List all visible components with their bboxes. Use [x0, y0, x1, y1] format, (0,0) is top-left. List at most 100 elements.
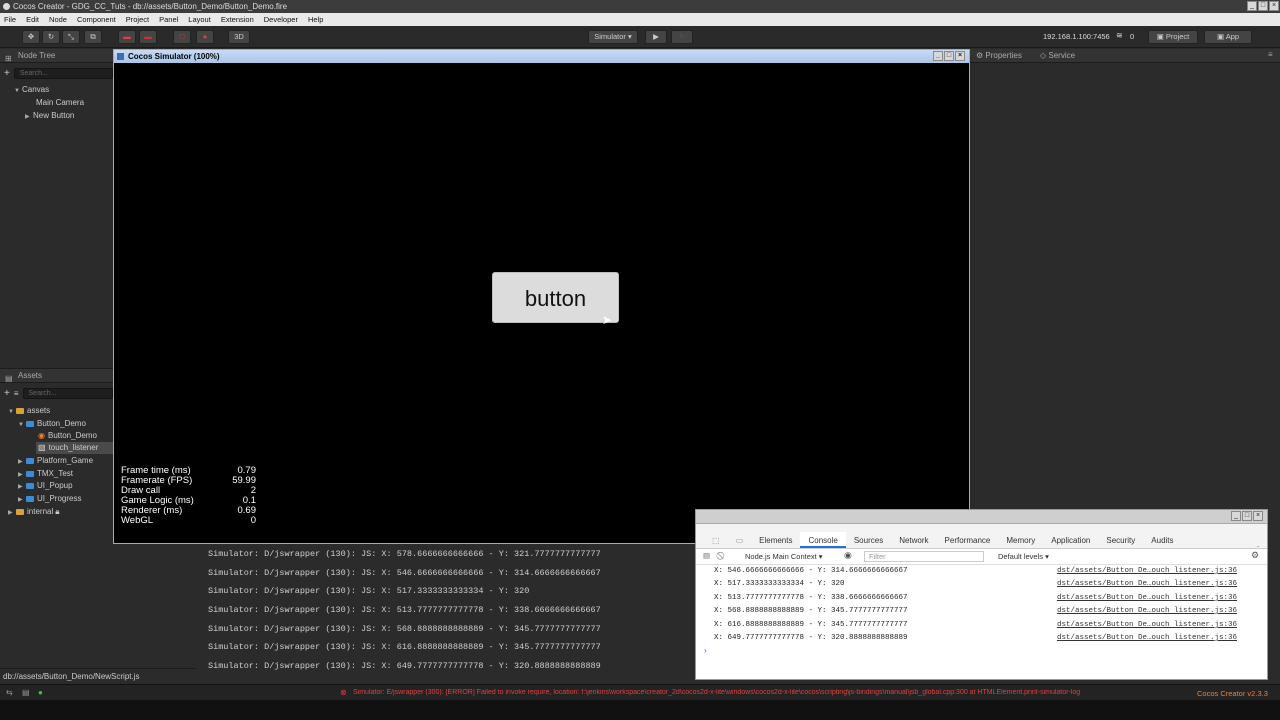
tab-audits[interactable]: Audits — [1143, 532, 1181, 548]
menu-file[interactable]: File — [4, 13, 16, 26]
add-asset-icon[interactable]: + — [4, 388, 10, 399]
refresh-button[interactable]: ↻ — [671, 30, 693, 44]
menu-node[interactable]: Node — [49, 13, 67, 26]
refresh-icon: ↻ — [678, 32, 686, 41]
log-icon[interactable]: ⇆ — [6, 688, 13, 697]
menu-layout[interactable]: Layout — [188, 13, 211, 26]
inspect-icon[interactable]: ⬚ — [704, 532, 728, 548]
asset-touch-listener[interactable]: ▧ touch_listener — [36, 442, 113, 454]
wifi-icon: ≋ — [1116, 31, 1123, 40]
sort-icon[interactable]: ≡ — [14, 389, 19, 398]
platform-select[interactable]: Simulator ▾ — [588, 30, 638, 44]
asset-ui-progress[interactable]: ▶ UI_Progress — [18, 493, 81, 506]
console-prompt-icon[interactable]: › — [704, 646, 707, 655]
eye-icon[interactable]: ◉ — [844, 550, 852, 561]
simulator-maximize-button[interactable]: □ — [944, 51, 954, 61]
tab-properties[interactable]: ⚙ Properties — [976, 51, 1022, 60]
tab-security[interactable]: Security — [1098, 532, 1143, 548]
rect-tool-button[interactable]: ⧉ — [84, 30, 102, 44]
simulator-minimize-button[interactable]: _ — [933, 51, 943, 61]
3d-toggle-button[interactable]: 3D — [228, 30, 250, 44]
console-source-link[interactable]: dst/assets/Button De…ouch listener.js:36 — [1057, 621, 1237, 629]
settings-gear-icon[interactable]: ⚙ — [1251, 550, 1259, 561]
mouse-cursor-icon: ➤ — [602, 313, 613, 327]
panel-menu-icon[interactable]: ≡ — [1268, 50, 1273, 59]
game-button[interactable]: button — [492, 272, 619, 323]
rotate-tool-button[interactable]: ↻ — [42, 30, 60, 44]
tab-network[interactable]: Network — [891, 532, 936, 548]
tab-elements[interactable]: Elements — [751, 532, 800, 548]
levels-select[interactable]: Default levels ▾ — [998, 552, 1049, 561]
app-icon — [3, 3, 10, 10]
toolbar: ✥ ↻ ⤡ ⧉ ▬ ▬ □ ● 3D Simulator ▾ ▶ ↻ 192.1… — [0, 26, 1280, 48]
tab-service[interactable]: ◇ Service — [1040, 51, 1075, 60]
console-icon[interactable]: ▤ — [22, 688, 30, 697]
devtools-maximize-button[interactable]: □ — [1242, 511, 1252, 521]
console-source-link[interactable]: dst/assets/Button De…ouch listener.js:36 — [1057, 580, 1237, 588]
app-button[interactable]: ▣ App — [1204, 30, 1252, 44]
menu-project[interactable]: Project — [126, 13, 149, 26]
tab-memory[interactable]: Memory — [998, 532, 1043, 548]
sidebar-toggle-icon[interactable]: ▤ — [703, 551, 710, 560]
rect-icon: ⧉ — [90, 32, 96, 41]
gizmo-button[interactable]: □ — [173, 30, 191, 44]
maximize-button[interactable]: □ — [1258, 1, 1268, 11]
menu-component[interactable]: Component — [77, 13, 116, 26]
tree-item-main-camera[interactable]: Main Camera — [36, 97, 84, 109]
menu-extension[interactable]: Extension — [221, 13, 254, 26]
assets-title: Assets — [18, 371, 43, 380]
close-button[interactable]: × — [1269, 1, 1279, 11]
tab-sources[interactable]: Sources — [846, 532, 891, 548]
node-tree-title: Node Tree — [18, 51, 56, 60]
inspector-tabs: ⚙ Properties ◇ Service ≡ — [970, 49, 1280, 63]
asset-label: UI_Progress — [37, 494, 82, 503]
asset-label: UI_Popup — [37, 481, 73, 490]
asset-button-demo-scene[interactable]: ◉ Button_Demo — [38, 430, 97, 442]
menu-developer[interactable]: Developer — [264, 13, 298, 26]
play-button[interactable]: ▶ — [645, 30, 667, 44]
record-button[interactable]: ● — [196, 30, 214, 44]
menu-panel[interactable]: Panel — [159, 13, 178, 26]
console-source-link[interactable]: dst/assets/Button De…ouch listener.js:36 — [1057, 607, 1237, 615]
asset-label: internal — [27, 507, 54, 516]
folder-icon — [26, 495, 34, 502]
menu-edit[interactable]: Edit — [26, 13, 39, 26]
tab-console[interactable]: Console — [800, 532, 846, 548]
asset-platform-game[interactable]: ▶ Platform_Game — [18, 455, 93, 468]
device-icon[interactable]: ▭ — [728, 532, 752, 548]
add-node-icon[interactable]: + — [4, 68, 10, 79]
console-source-link[interactable]: dst/assets/Button De…ouch listener.js:36 — [1057, 594, 1237, 602]
local-button[interactable]: ▬ — [139, 30, 157, 44]
console-output: X: 546.6666666666666 - Y: 314.6666666666… — [696, 565, 1267, 665]
hierarchy-icon: ⊞ — [5, 54, 12, 63]
console-line: X: 568.8888888888889 - Y: 345.7777777777… — [714, 607, 908, 615]
menu-bar: File Edit Node Component Project Panel L… — [0, 13, 1280, 26]
asset-internal[interactable]: ▶ internal 🔒︎ — [8, 506, 60, 519]
tree-item-canvas[interactable]: ▼ Canvas — [14, 84, 49, 97]
devtools-minimize-button[interactable]: _ — [1231, 511, 1241, 521]
collapsed-arrow-icon: ▶ — [8, 510, 13, 516]
asset-assets[interactable]: ▼ assets — [8, 405, 50, 418]
context-select[interactable]: Node.js Main Context ▾ — [745, 552, 823, 561]
tree-item-new-button[interactable]: ▶ New Button — [25, 110, 74, 123]
console-filter-input[interactable]: Filter — [864, 551, 984, 562]
menu-help[interactable]: Help — [308, 13, 323, 26]
pivot-button[interactable]: ▬ — [118, 30, 136, 44]
simulator-close-button[interactable]: × — [955, 51, 965, 61]
node-tree-search-input[interactable]: Search... — [13, 67, 113, 79]
connection-count: 0 — [1130, 32, 1135, 41]
gear-icon: ⚙ — [976, 51, 986, 60]
devtools-close-button[interactable]: × — [1253, 511, 1263, 521]
move-tool-button[interactable]: ✥ — [22, 30, 40, 44]
console-source-link[interactable]: dst/assets/Button De…ouch listener.js:36 — [1057, 567, 1237, 575]
minimize-button[interactable]: _ — [1247, 1, 1257, 11]
scale-tool-button[interactable]: ⤡ — [62, 30, 80, 44]
tab-performance[interactable]: Performance — [937, 532, 999, 548]
version-label: Cocos Creator v2.3.3 — [1197, 689, 1268, 698]
asset-ui-popup[interactable]: ▶ UI_Popup — [18, 480, 73, 493]
console-source-link[interactable]: dst/assets/Button De…ouch listener.js:36 — [1057, 634, 1237, 642]
status-error-message[interactable]: Simulator: E/jswrapper (300): [ERROR] Fa… — [353, 689, 1191, 696]
assets-search-input[interactable]: Search... — [22, 387, 113, 399]
project-button[interactable]: ▣ Project — [1148, 30, 1198, 44]
tab-application[interactable]: Application — [1043, 532, 1098, 548]
